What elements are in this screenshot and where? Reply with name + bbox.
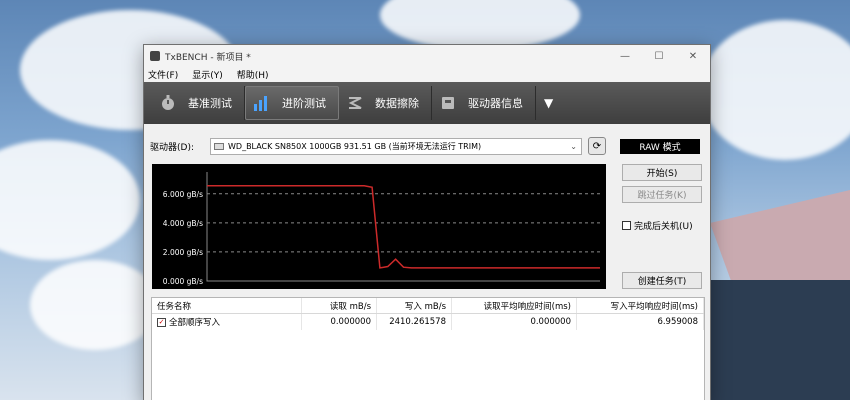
title-bar: TxBENCH - 新项目 * — ☐ ✕ — [144, 45, 710, 67]
refresh-button[interactable]: ⟳ — [588, 137, 606, 155]
menu-bar: 文件(F) 显示(Y) 帮助(H) — [144, 67, 710, 82]
tab-bar: 基准测试 进阶测试 数据擦除 驱动器信息 ▼ — [144, 82, 710, 124]
chart-y-tick-label: 2.000 gB/s — [163, 248, 203, 257]
window-title: TxBENCH - 新项目 * — [165, 52, 251, 63]
drive-icon — [214, 142, 224, 150]
throughput-chart-svg: 6.000 gB/s 4.000 gB/s 2.000 gB/s 0.000 gB/s — [163, 172, 600, 286]
table-row[interactable]: ✓ 全部顺序写入 0.000000 2410.261578 0.000000 6… — [152, 314, 704, 330]
shutdown-checkbox-row[interactable]: 完成后关机(U) — [622, 219, 702, 232]
header-write-latency[interactable]: 写入平均响应时间(ms) — [577, 298, 704, 313]
create-task-button[interactable]: 创建任务(T) — [622, 272, 702, 289]
app-window: TxBENCH - 新项目 * — ☐ ✕ 文件(F) 显示(Y) 帮助(H) … — [143, 44, 711, 400]
tab-drive-info[interactable]: 驱动器信息 — [432, 86, 536, 120]
building-decoration — [710, 280, 850, 400]
read-cell: 0.000000 — [302, 314, 377, 330]
task-table: 任务名称 读取 mB/s 写入 mB/s 读取平均响应时间(ms) 写入平均响应… — [151, 297, 705, 400]
table-header: 任务名称 读取 mB/s 写入 mB/s 读取平均响应时间(ms) 写入平均响应… — [152, 298, 704, 314]
drive-info-icon — [438, 92, 458, 114]
task-name: 全部顺序写入 — [169, 318, 221, 328]
tab-benchmark[interactable]: 基准测试 — [152, 86, 245, 120]
minimize-button[interactable]: — — [608, 51, 642, 62]
tab-advanced-label: 进阶测试 — [282, 97, 326, 110]
chevron-down-icon: ⌄ — [570, 141, 577, 151]
header-write[interactable]: 写入 mB/s — [377, 298, 452, 313]
close-button[interactable]: ✕ — [676, 51, 710, 62]
menu-view[interactable]: 显示(Y) — [192, 68, 223, 81]
tab-drive-info-label: 驱动器信息 — [468, 97, 523, 110]
menu-file[interactable]: 文件(F) — [148, 68, 178, 81]
task-name-cell: ✓ 全部顺序写入 — [152, 314, 302, 330]
raw-mode-badge[interactable]: RAW 模式 — [620, 138, 700, 154]
header-read[interactable]: 读取 mB/s — [302, 298, 377, 313]
refresh-icon: ⟳ — [592, 140, 602, 152]
app-icon — [150, 51, 160, 61]
chart-y-tick-label: 6.000 gB/s — [163, 190, 203, 199]
task-check-icon: ✓ — [157, 317, 166, 327]
header-task-name[interactable]: 任务名称 — [152, 298, 302, 313]
read-latency-cell: 0.000000 — [452, 314, 577, 330]
menu-help[interactable]: 帮助(H) — [237, 68, 269, 81]
write-latency-cell: 6.959008 — [577, 314, 704, 330]
tab-benchmark-label: 基准测试 — [188, 97, 232, 110]
chart-axis — [206, 172, 600, 282]
shutdown-label: 完成后关机(U) — [634, 222, 693, 232]
chart-y-tick-label: 0.000 gB/s — [163, 277, 203, 286]
drive-selected-value: WD_BLACK SN850X 1000GB 931.51 GB (当前环境无法… — [228, 141, 482, 151]
skip-task-button[interactable]: 跳过任务(K) — [622, 186, 702, 203]
throughput-series-line — [207, 185, 600, 269]
drive-select[interactable]: WD_BLACK SN850X 1000GB 931.51 GB (当前环境无法… — [210, 137, 582, 155]
tab-erase[interactable]: 数据擦除 — [339, 86, 432, 120]
header-read-latency[interactable]: 读取平均响应时间(ms) — [452, 298, 577, 313]
action-panel: 开始(S) 跳过任务(K) 完成后关机(U) — [622, 164, 702, 232]
drive-row: 驱动器(D): WD_BLACK SN850X 1000GB 931.51 GB… — [150, 136, 706, 156]
shutdown-checkbox[interactable] — [622, 221, 631, 230]
bar-chart-icon — [252, 92, 272, 114]
drive-label: 驱动器(D): — [150, 142, 194, 153]
maximize-button[interactable]: ☐ — [642, 51, 676, 62]
more-tabs-arrow-icon[interactable]: ▼ — [544, 96, 553, 110]
chart-y-tick-label: 4.000 gB/s — [163, 219, 203, 228]
stopwatch-icon — [158, 92, 178, 114]
tab-erase-label: 数据擦除 — [375, 97, 419, 110]
tab-advanced[interactable]: 进阶测试 — [245, 86, 339, 120]
start-button[interactable]: 开始(S) — [622, 164, 702, 181]
write-cell: 2410.261578 — [377, 314, 452, 330]
erase-icon — [345, 92, 365, 114]
throughput-chart: 6.000 gB/s 4.000 gB/s 2.000 gB/s 0.000 gB/s — [152, 164, 606, 289]
